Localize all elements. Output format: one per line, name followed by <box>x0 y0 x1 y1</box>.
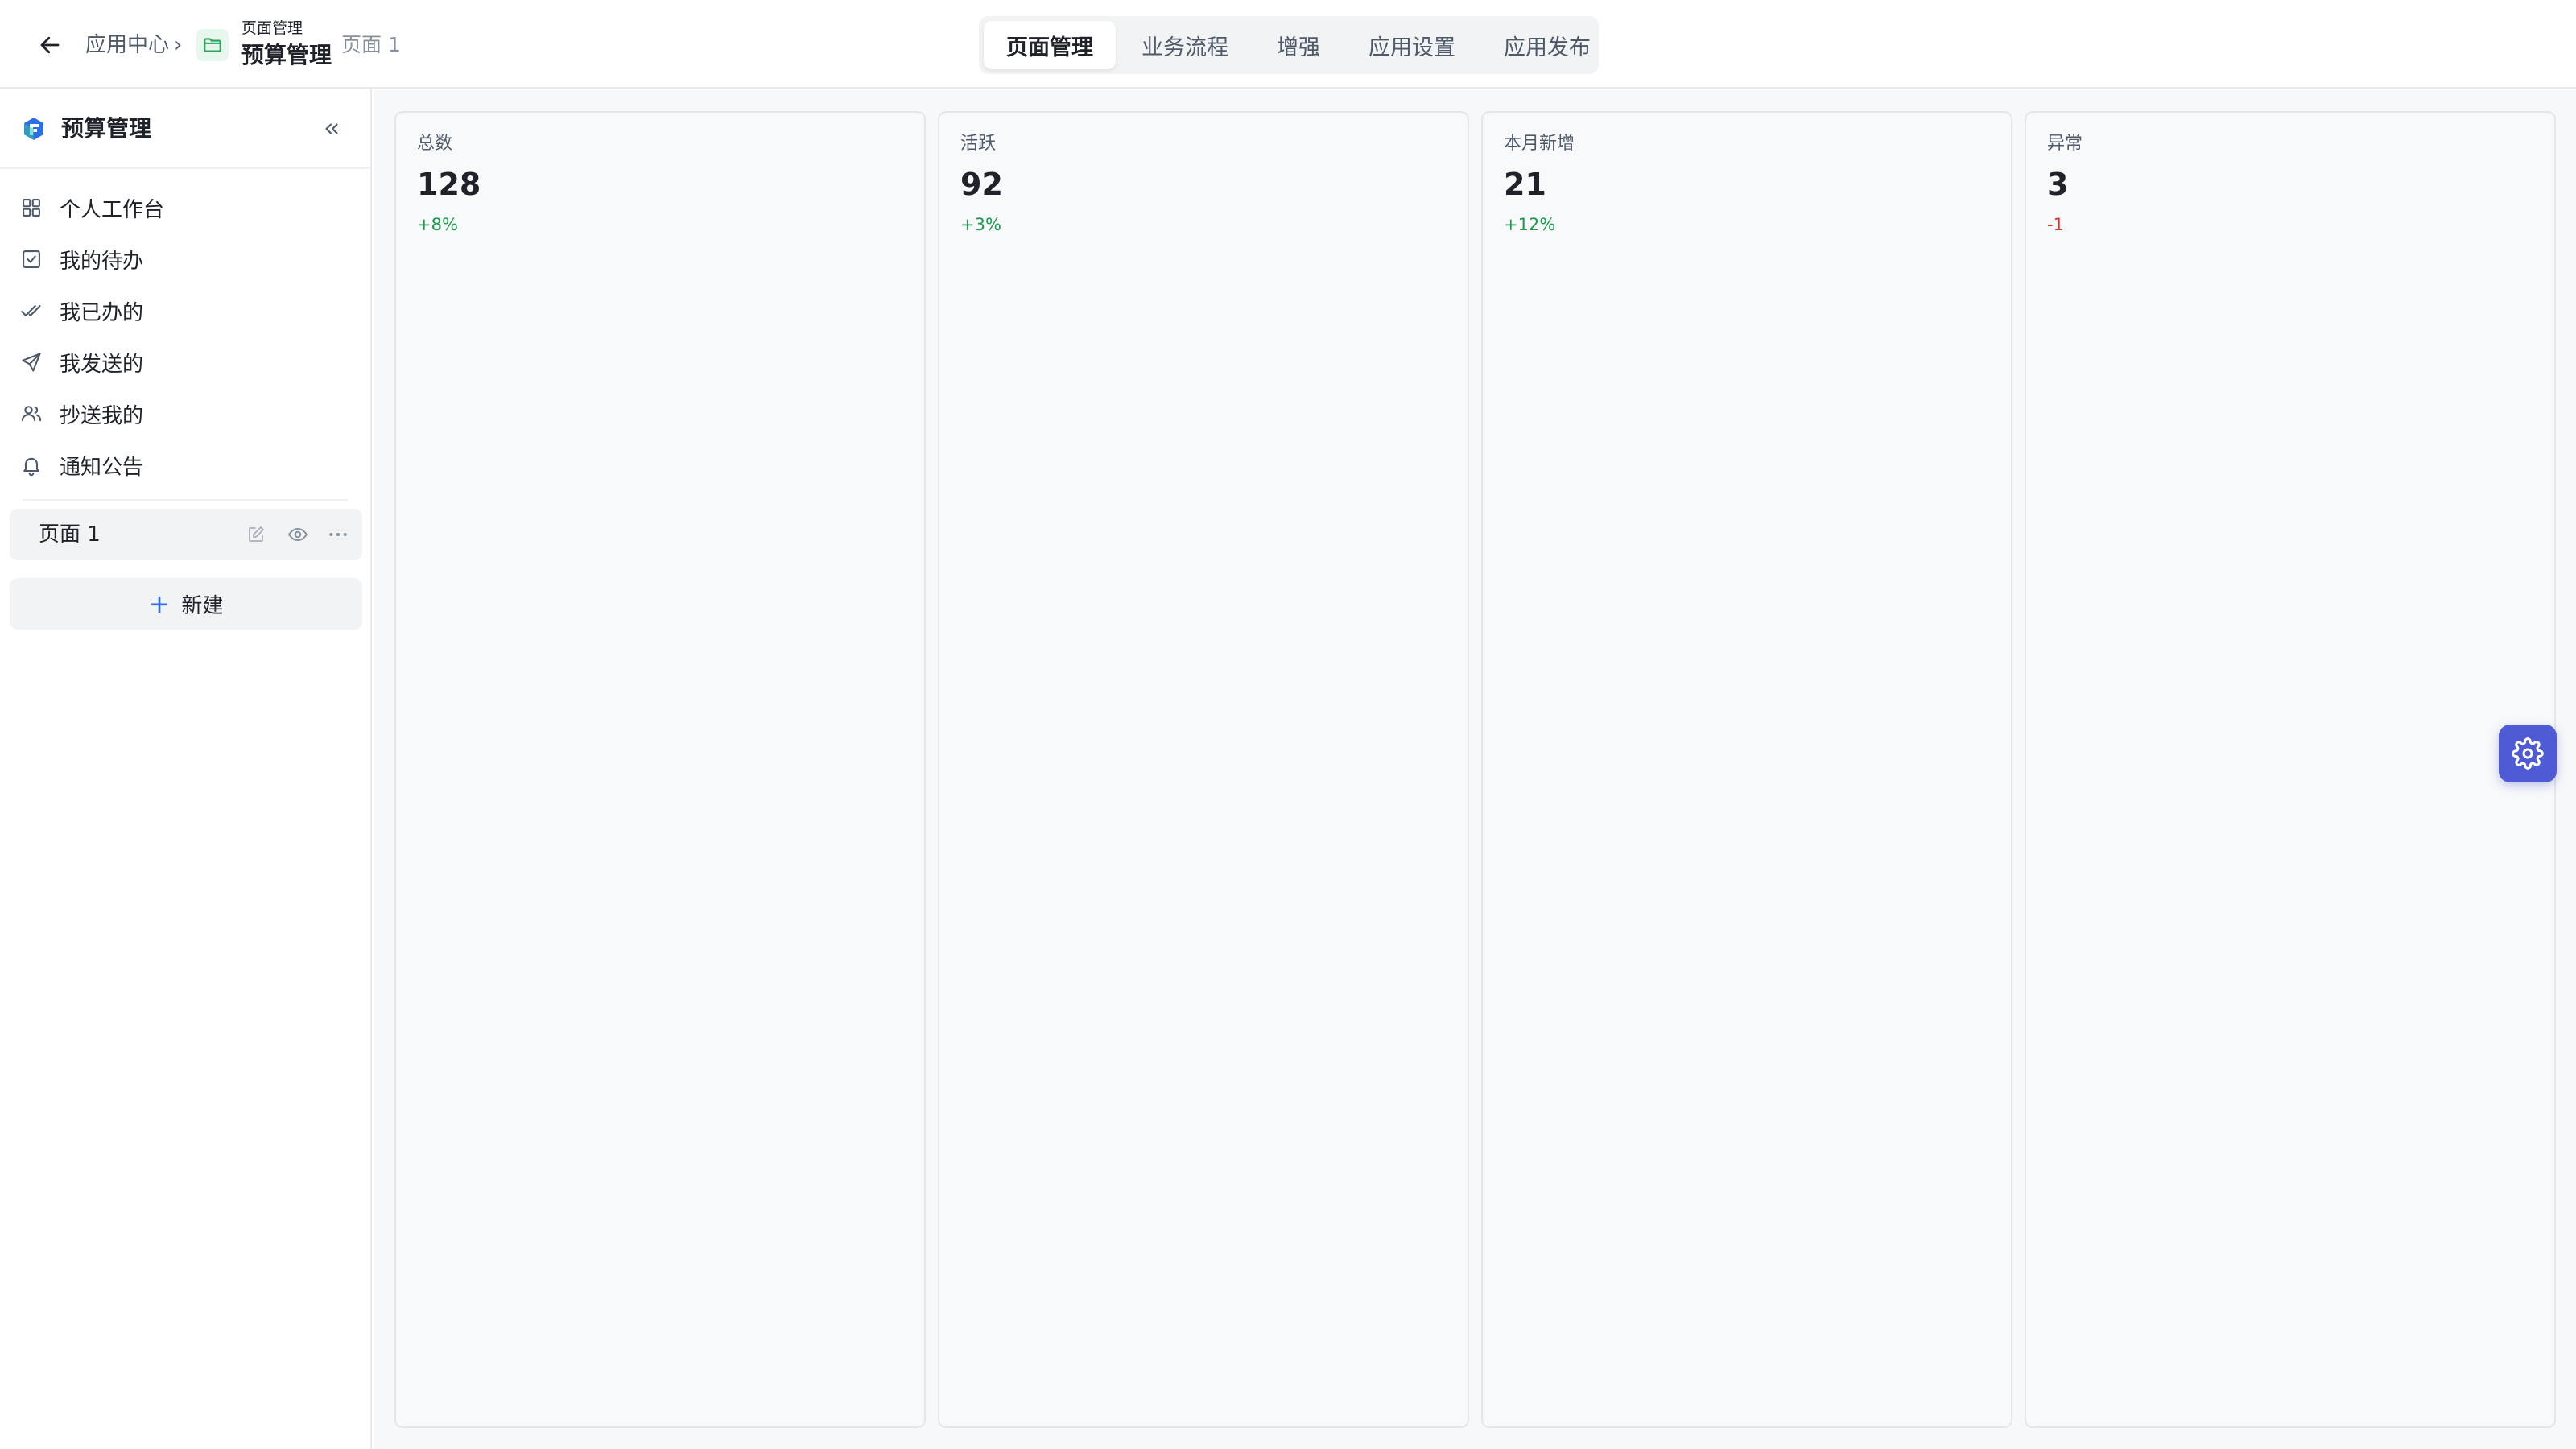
stat-delta: +8% <box>417 215 458 234</box>
sidebar: 预算管理 个人工作台 我的待办 我已办的 我发送的 抄送我的 通知公告 页面 1… <box>0 89 372 1449</box>
tab-app-settings[interactable]: 应用设置 <box>1346 21 1478 69</box>
stat-card-total: 总数 128 +8% <box>394 111 926 1428</box>
stat-value: 21 <box>1504 167 1546 202</box>
checkbox-icon <box>19 247 43 271</box>
plus-icon: + <box>148 588 171 619</box>
settings-fab-button[interactable] <box>2499 724 2557 782</box>
sidebar-item-label: 我的待办 <box>60 249 144 274</box>
eye-icon <box>288 527 308 542</box>
sidebar-divider <box>23 499 348 501</box>
tab-page-management[interactable]: 页面管理 <box>984 21 1116 69</box>
grid-icon <box>19 196 43 220</box>
stat-card-new-this-month: 本月新增 21 +12% <box>1481 111 2013 1428</box>
collapse-sidebar-button[interactable] <box>316 114 348 143</box>
sidebar-item-done[interactable]: 我已办的 <box>13 288 359 333</box>
app-logo-icon <box>24 118 43 140</box>
sidebar-item-label: 抄送我的 <box>60 403 144 428</box>
breadcrumb-separator: › <box>174 33 183 57</box>
more-horizontal-icon <box>329 533 347 536</box>
top-tabs: 页面管理 业务流程 增强 应用设置 应用发布 <box>979 16 1599 74</box>
send-icon <box>19 350 43 374</box>
breadcrumb-current-page: 页面 1 <box>341 33 401 56</box>
sidebar-header: 预算管理 <box>0 89 370 169</box>
tab-app-publish[interactable]: 应用发布 <box>1481 21 1613 69</box>
gear-icon <box>2512 737 2544 770</box>
edit-icon <box>249 526 264 542</box>
sidebar-item-label: 通知公告 <box>60 455 144 480</box>
stat-label: 本月新增 <box>1504 134 1575 154</box>
breadcrumb-section-label: 页面管理 <box>242 19 303 37</box>
stat-delta: -1 <box>2047 215 2064 234</box>
users-icon <box>19 402 43 426</box>
page-list-item[interactable]: 页面 1 <box>10 509 362 560</box>
stat-delta: +3% <box>960 215 1001 234</box>
stat-value: 3 <box>2047 167 2069 202</box>
new-page-button[interactable]: + 新建 <box>10 578 362 630</box>
new-page-label: 新建 <box>181 593 224 618</box>
stat-delta: +12% <box>1504 215 1556 234</box>
stat-card-active: 活跃 92 +3% <box>938 111 1469 1428</box>
sidebar-item-notice[interactable]: 通知公告 <box>13 443 359 488</box>
double-chevron-left-icon <box>325 123 338 134</box>
sidebar-item-workbench[interactable]: 个人工作台 <box>13 185 359 230</box>
stat-label: 总数 <box>417 134 453 154</box>
arrow-left-icon <box>40 36 60 54</box>
sidebar-item-todo[interactable]: 我的待办 <box>13 237 359 282</box>
edit-page-button[interactable] <box>243 522 269 547</box>
stat-card-abnormal: 异常 3 -1 <box>2025 111 2556 1428</box>
sidebar-item-sent[interactable]: 我发送的 <box>13 340 359 385</box>
sidebar-item-label: 个人工作台 <box>60 197 165 222</box>
page-item-label: 页面 1 <box>39 522 101 547</box>
back-button[interactable] <box>32 29 68 61</box>
stat-value: 92 <box>960 167 1003 202</box>
sidebar-item-cc[interactable]: 抄送我的 <box>13 391 359 436</box>
more-actions-button[interactable] <box>325 522 351 547</box>
top-header: 应用中心 › 页面管理 预算管理 页面 1 页面管理 业务流程 增强 应用设置 … <box>0 0 2576 89</box>
breadcrumb-app-center[interactable]: 应用中心 <box>85 31 169 60</box>
bell-icon <box>19 453 43 477</box>
main-canvas: 总数 128 +8% 活跃 92 +3% 本月新增 21 +12% 异常 3 -… <box>374 90 2576 1449</box>
stat-label: 异常 <box>2047 134 2083 154</box>
sidebar-title: 预算管理 <box>61 115 152 142</box>
sidebar-item-label: 我发送的 <box>60 352 144 377</box>
tab-business-process[interactable]: 业务流程 <box>1119 21 1251 69</box>
folder-icon <box>196 29 229 61</box>
stat-label: 活跃 <box>960 134 997 154</box>
breadcrumb-app-title: 预算管理 <box>242 42 332 68</box>
stat-value: 128 <box>417 167 481 202</box>
sidebar-item-label: 我已办的 <box>60 300 144 325</box>
tab-enhance[interactable]: 增强 <box>1254 21 1343 69</box>
double-check-icon <box>19 299 43 323</box>
preview-page-button[interactable] <box>285 522 311 547</box>
